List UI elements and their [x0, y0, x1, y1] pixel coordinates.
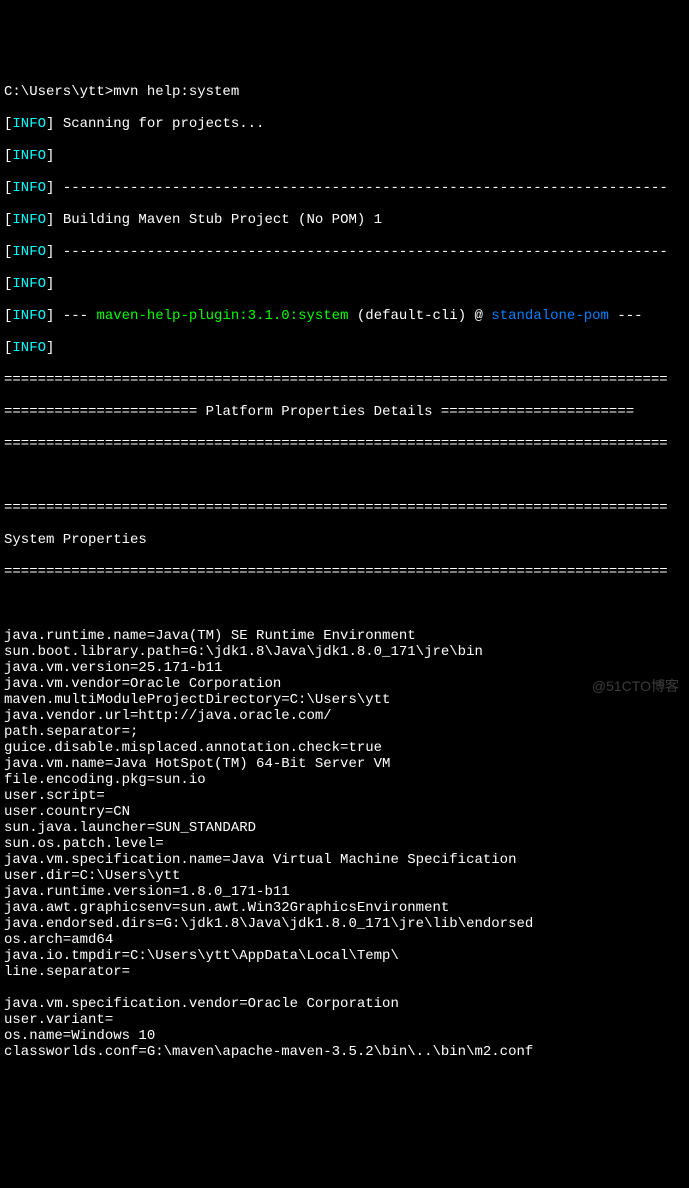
property-line: sun.boot.library.path=G:\jdk1.8\Java\jdk… [4, 644, 685, 660]
property-line: java.runtime.version=1.8.0_171-b11 [4, 884, 685, 900]
property-line: java.vm.name=Java HotSpot(TM) 64-Bit Ser… [4, 756, 685, 772]
property-line: user.dir=C:\Users\ytt [4, 868, 685, 884]
separator: ========================================… [4, 372, 685, 388]
watermark: @51CTO博客 [592, 678, 679, 694]
info-line: [INFO] [4, 340, 685, 356]
property-line: sun.os.patch.level= [4, 836, 685, 852]
blank-line [4, 596, 685, 612]
terminal-output: C:\Users\ytt>mvn help:system [INFO] Scan… [4, 68, 685, 1076]
property-line [4, 980, 685, 996]
plugin-name: maven-help-plugin:3.1.0:system [96, 308, 348, 324]
property-line: java.vendor.url=http://java.oracle.com/ [4, 708, 685, 724]
property-line: java.vm.version=25.171-b11 [4, 660, 685, 676]
property-line: user.script= [4, 788, 685, 804]
pom-name: standalone-pom [491, 308, 609, 324]
property-line: os.arch=amd64 [4, 932, 685, 948]
property-line: sun.java.launcher=SUN_STANDARD [4, 820, 685, 836]
property-line: line.separator= [4, 964, 685, 980]
info-line: [INFO] Building Maven Stub Project (No P… [4, 212, 685, 228]
property-line: java.endorsed.dirs=G:\jdk1.8\Java\jdk1.8… [4, 916, 685, 932]
property-line: file.encoding.pkg=sun.io [4, 772, 685, 788]
property-line: user.country=CN [4, 804, 685, 820]
info-line: [INFO] [4, 276, 685, 292]
property-line: path.separator=; [4, 724, 685, 740]
property-line: java.io.tmpdir=C:\Users\ytt\AppData\Loca… [4, 948, 685, 964]
info-line: [INFO] --- maven-help-plugin:3.1.0:syste… [4, 308, 685, 324]
info-line: [INFO] [4, 148, 685, 164]
section-title: ======================= Platform Propert… [4, 404, 685, 420]
property-line: maven.multiModuleProjectDirectory=C:\Use… [4, 692, 685, 708]
info-line: [INFO] Scanning for projects... [4, 116, 685, 132]
property-line: java.awt.graphicsenv=sun.awt.Win32Graphi… [4, 900, 685, 916]
property-line: java.runtime.name=Java(TM) SE Runtime En… [4, 628, 685, 644]
property-line: java.vm.specification.vendor=Oracle Corp… [4, 996, 685, 1012]
property-line: java.vm.specification.name=Java Virtual … [4, 852, 685, 868]
section-header: System Properties [4, 532, 685, 548]
blank-line [4, 468, 685, 484]
property-line: guice.disable.misplaced.annotation.check… [4, 740, 685, 756]
command-prompt: C:\Users\ytt>mvn help:system [4, 84, 685, 100]
separator: ========================================… [4, 564, 685, 580]
info-line: [INFO] ---------------------------------… [4, 244, 685, 260]
properties-list: java.runtime.name=Java(TM) SE Runtime En… [4, 628, 685, 1060]
property-line: os.name=Windows 10 [4, 1028, 685, 1044]
separator: ========================================… [4, 500, 685, 516]
property-line: user.variant= [4, 1012, 685, 1028]
separator: ========================================… [4, 436, 685, 452]
info-line: [INFO] ---------------------------------… [4, 180, 685, 196]
property-line: classworlds.conf=G:\maven\apache-maven-3… [4, 1044, 685, 1060]
property-line: java.vm.vendor=Oracle Corporation [4, 676, 685, 692]
